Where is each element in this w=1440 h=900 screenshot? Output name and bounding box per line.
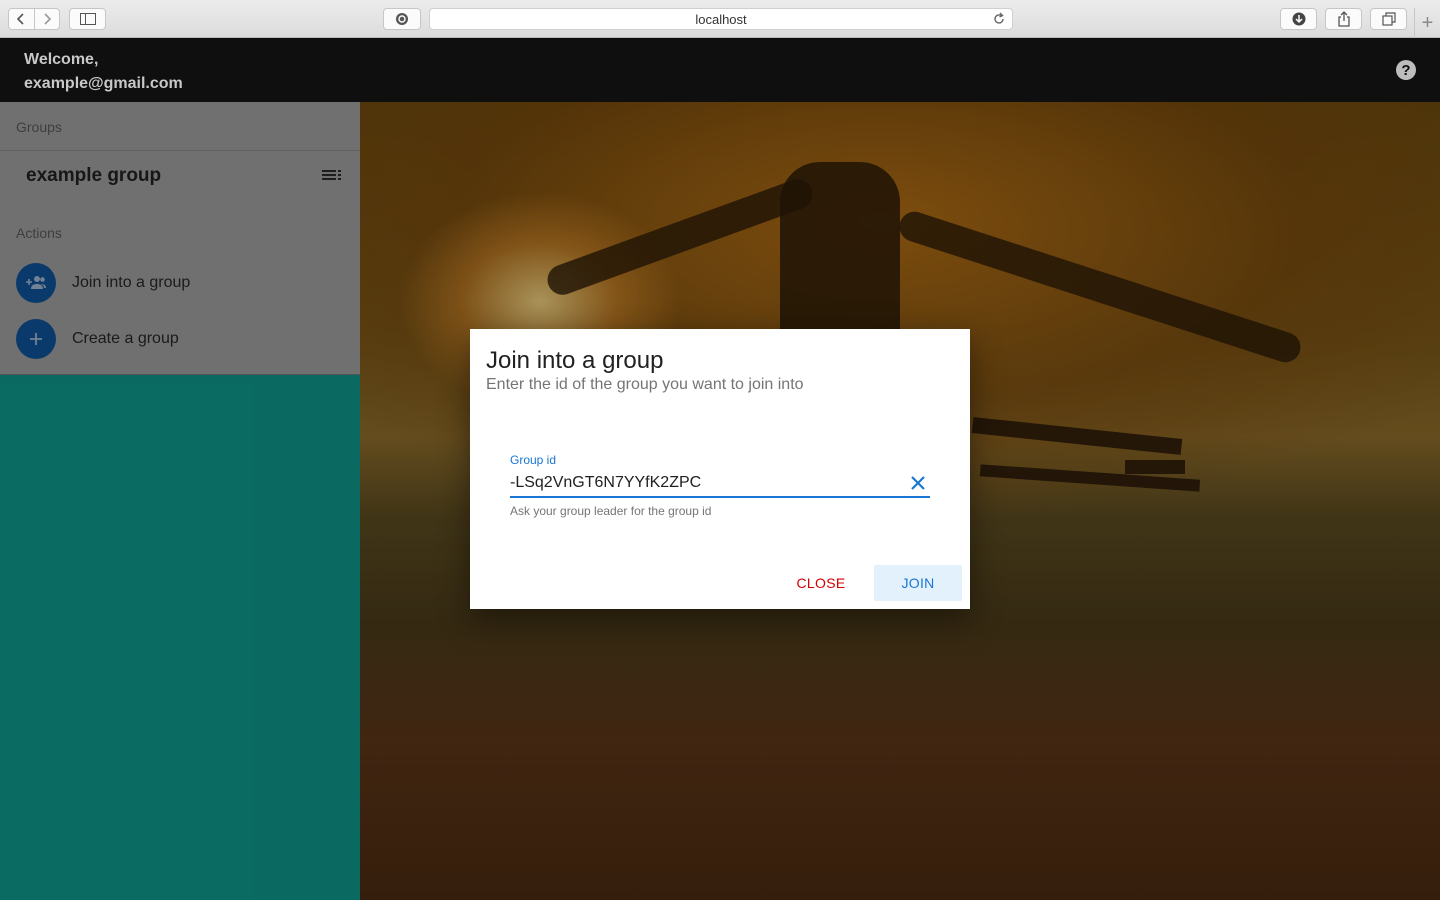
downloads-button[interactable] [1280, 8, 1317, 30]
browser-nav-buttons [8, 8, 60, 30]
share-icon [1337, 11, 1350, 27]
download-icon [1292, 12, 1305, 26]
extension-button[interactable] [383, 8, 421, 30]
close-x-icon [911, 476, 925, 490]
app-header: Welcome, example@gmail.com ? [0, 38, 1440, 102]
welcome-text: Welcome, example@gmail.com [24, 48, 183, 96]
address-bar[interactable]: localhost [429, 8, 1013, 30]
browser-toolbar: localhost + [0, 0, 1440, 38]
join-button[interactable]: JOIN [874, 565, 962, 601]
welcome-greeting: Welcome, [24, 51, 99, 68]
url-text: localhost [695, 11, 747, 27]
dialog-title: Join into a group [486, 347, 664, 374]
back-button[interactable] [9, 9, 35, 29]
chevron-right-icon [44, 13, 51, 25]
user-email: example@gmail.com [24, 75, 183, 92]
join-group-dialog: Join into a group Enter the id of the gr… [470, 329, 970, 609]
group-id-hint: Ask your group leader for the group id [510, 504, 712, 518]
tabs-icon [1381, 12, 1396, 26]
reload-icon[interactable] [992, 12, 1006, 26]
new-tab-button[interactable]: + [1414, 8, 1440, 38]
close-button[interactable]: CLOSE [786, 565, 856, 601]
group-id-label: Group id [510, 453, 557, 467]
dialog-subtitle: Enter the id of the group you want to jo… [486, 376, 804, 393]
help-icon[interactable]: ? [1396, 60, 1416, 80]
sidebar-icon [79, 13, 96, 25]
forward-button[interactable] [35, 9, 60, 29]
sidebar-toggle-button[interactable] [69, 8, 106, 30]
input-underline [510, 496, 930, 498]
share-button[interactable] [1325, 8, 1362, 30]
extension-g-icon [396, 13, 408, 25]
tabs-overview-button[interactable] [1370, 8, 1407, 30]
group-id-input[interactable] [510, 471, 890, 495]
chevron-left-icon [17, 13, 24, 25]
clear-icon[interactable] [907, 472, 929, 494]
